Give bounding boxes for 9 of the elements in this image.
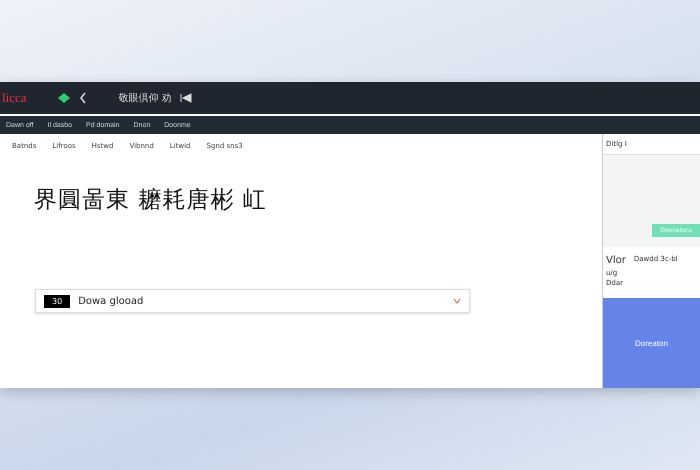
brand-logo: licca	[2, 90, 27, 106]
download-label: Dowa glooad	[78, 296, 144, 306]
window-title: 敬眼倶仰 劝	[118, 92, 172, 105]
count-badge: 30	[44, 294, 70, 308]
back-icon[interactable]	[78, 92, 87, 104]
chevron-icon[interactable]	[453, 298, 461, 304]
download-bar[interactable]: 30 Dowa glooad	[35, 289, 470, 313]
value-label: Vlor	[606, 255, 626, 266]
page-heading: 界圓啚東 耱耗唐彬 屸	[34, 186, 268, 215]
